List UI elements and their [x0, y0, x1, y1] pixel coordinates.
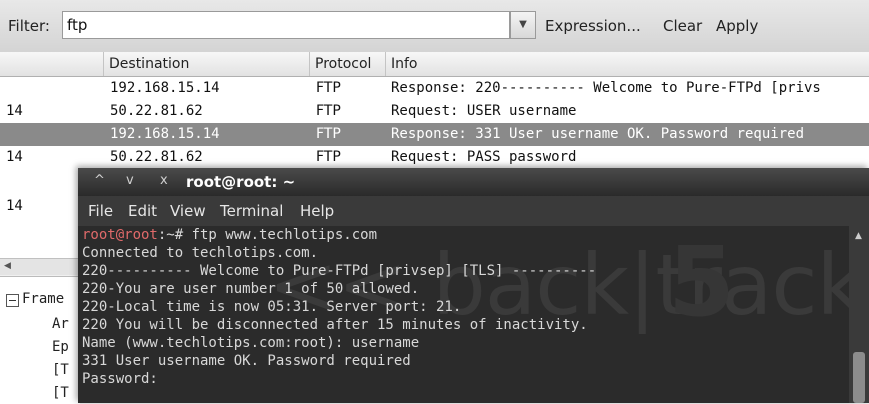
row-destination: 50.22.81.62 — [110, 103, 203, 119]
terminal-titlebar[interactable]: ^ v x root@root: ~ — [78, 168, 869, 196]
backtrack-watermark-number: 5 — [668, 226, 735, 338]
packet-row[interactable]: 14 50.22.81.62 FTP Request: PASS passwor… — [0, 146, 869, 169]
terminal-title: root@root: ~ — [186, 173, 296, 191]
packet-row[interactable]: 14 50.22.81.62 FTP Request: USER usernam… — [0, 100, 869, 123]
row-protocol: FTP — [316, 126, 341, 142]
clear-button[interactable]: Clear — [663, 17, 702, 35]
horizontal-scrollbar[interactable]: ◀ — [0, 258, 80, 275]
chevron-down-icon[interactable]: ▼ — [510, 11, 536, 39]
detail-item[interactable]: [T — [52, 385, 69, 401]
row-info: Request: PASS password — [391, 149, 577, 165]
menu-edit[interactable]: Edit — [128, 202, 157, 220]
terminal-prompt: root@root — [82, 227, 158, 243]
row-protocol: FTP — [316, 103, 341, 119]
row-protocol: FTP — [316, 80, 341, 96]
row-info: Request: USER username — [391, 103, 577, 119]
packet-row-selected[interactable]: 192.168.15.14 FTP Response: 331 User use… — [0, 123, 869, 146]
detail-item[interactable]: Ar — [52, 316, 69, 332]
column-info[interactable]: Info — [386, 52, 869, 76]
detail-item[interactable]: [T — [52, 362, 69, 378]
row-destination: 192.168.15.14 — [110, 126, 220, 142]
terminal-line: 220-Local time is now 05:31. Server port… — [82, 299, 462, 315]
detail-item[interactable]: Ep — [52, 339, 69, 355]
menu-terminal[interactable]: Terminal — [220, 202, 283, 220]
detail-item[interactable]: Frame — [22, 291, 64, 307]
scroll-left-icon[interactable]: ◀ — [4, 261, 11, 271]
row-destination: 50.22.81.62 — [110, 149, 203, 165]
terminal-line: Password: — [82, 371, 158, 387]
column-protocol[interactable]: Protocol — [310, 52, 386, 76]
row-destination: 192.168.15.14 — [110, 80, 220, 96]
terminal-output[interactable]: << back|track 5 root@root:~# ftp www.tec… — [78, 226, 849, 403]
scroll-up-icon[interactable]: ▲ — [855, 231, 862, 241]
row-source: 14 — [6, 103, 23, 119]
apply-button[interactable]: Apply — [716, 17, 758, 35]
column-destination[interactable]: Destination — [104, 52, 310, 76]
filter-label: Filter: — [8, 17, 50, 35]
menu-view[interactable]: View — [170, 202, 206, 220]
terminal-line: Connected to techlotips.com. — [82, 245, 319, 261]
packet-row[interactable]: 192.168.15.14 FTP Response: 220---------… — [0, 77, 869, 100]
filter-toolbar: Filter: ftp ▼ Expression... Clear Apply — [0, 0, 869, 53]
row-info: Response: 220---------- Welcome to Pure-… — [391, 80, 821, 96]
column-source[interactable] — [0, 52, 104, 76]
terminal-menubar: File Edit View Terminal Help — [78, 196, 869, 226]
terminal-line: 331 User username OK. Password required — [82, 353, 411, 369]
row-source: 14 — [6, 198, 23, 214]
close-icon[interactable]: x — [160, 173, 168, 188]
row-source: 14 — [6, 149, 23, 165]
expression-button[interactable]: Expression... — [545, 17, 641, 35]
terminal-command: :~# ftp www.techlotips.com — [157, 227, 378, 243]
terminal-line: 220 You will be disconnected after 15 mi… — [82, 317, 588, 333]
terminal-command-line: root@root:~# ftp www.techlotips.com — [82, 227, 377, 243]
menu-help[interactable]: Help — [300, 202, 334, 220]
packet-list-header: Destination Protocol Info — [0, 52, 869, 77]
terminal-window: ^ v x root@root: ~ File Edit View Termin… — [78, 168, 869, 403]
terminal-line: 220-You are user number 1 of 50 allowed. — [82, 281, 420, 297]
terminal-line: 220---------- Welcome to Pure-FTPd [priv… — [82, 263, 597, 279]
row-protocol: FTP — [316, 149, 341, 165]
minimize-icon[interactable]: ^ — [94, 173, 105, 188]
row-info: Response: 331 User username OK. Password… — [391, 126, 805, 142]
collapse-icon[interactable] — [6, 294, 19, 307]
menu-file[interactable]: File — [88, 202, 113, 220]
filter-input[interactable]: ftp — [62, 11, 510, 39]
packet-details: Frame Ar Ep [T [T — [0, 276, 80, 404]
terminal-line: Name (www.techlotips.com:root): username — [82, 335, 420, 351]
maximize-icon[interactable]: v — [126, 173, 134, 188]
terminal-scrollbar[interactable]: ▲ — [849, 226, 869, 403]
scrollbar-thumb[interactable] — [853, 352, 865, 403]
